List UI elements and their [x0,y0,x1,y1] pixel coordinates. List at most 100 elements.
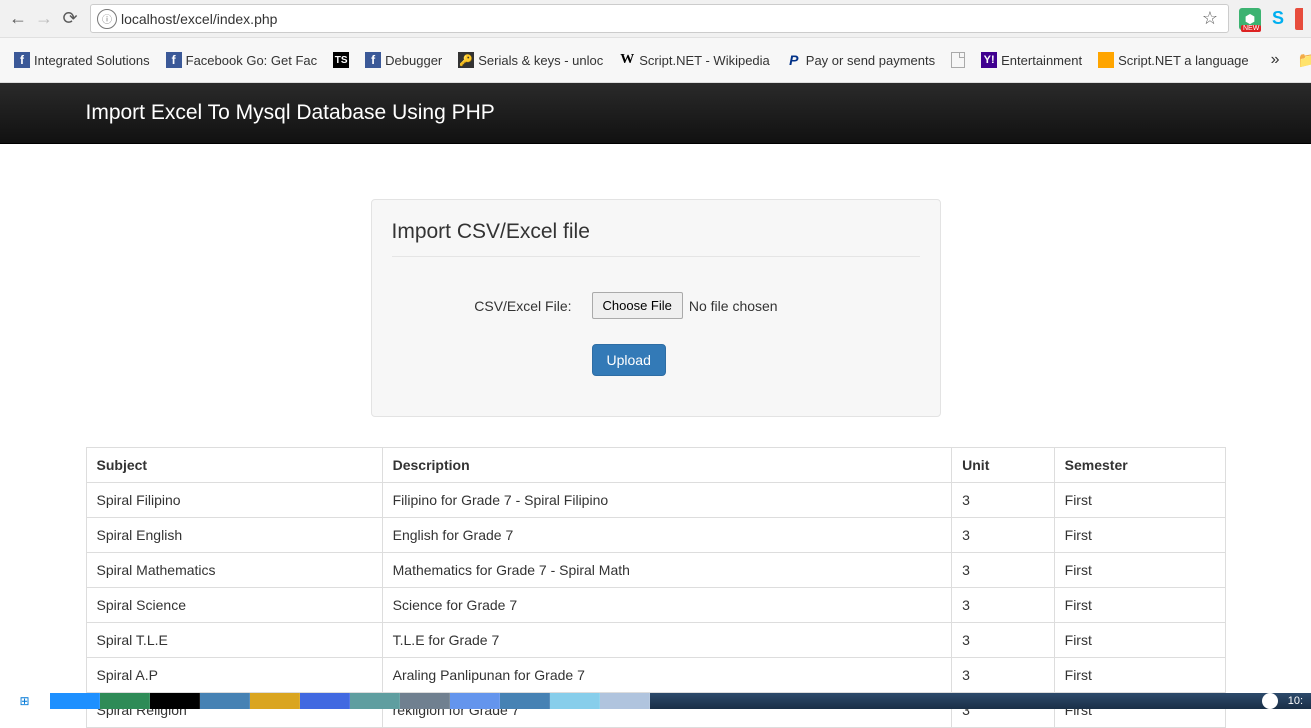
url-text: localhost/excel/index.php [121,11,1198,27]
bookmark-star-icon[interactable]: ☆ [1198,8,1222,29]
info-icon[interactable]: ⓘ [97,9,117,29]
bookmark-item[interactable]: 🔑 Serials & keys - unloc [452,49,609,71]
yahoo-icon: Y! [981,52,997,68]
clock[interactable]: 10: [1288,695,1303,707]
browser-chrome: ← → ⟳ ⓘ localhost/excel/index.php ☆ ⬢NEW… [0,0,1311,83]
table-header-semester: Semester [1054,448,1225,483]
bookmark-item[interactable]: f Integrated Solutions [8,49,156,71]
bookmark-item[interactable]: TS [327,49,355,71]
table-header-description: Description [382,448,952,483]
bookmark-label: Serials & keys - unloc [478,53,603,68]
other-bookmarks-button[interactable]: 📁 Other bool [1292,42,1311,78]
taskbar-app-icon[interactable] [150,693,200,709]
table-header-row: Subject Description Unit Semester [86,448,1225,483]
main-container: Import CSV/Excel file CSV/Excel File: Ch… [71,199,1241,728]
table-row: Spiral ScienceScience for Grade 73First [86,588,1225,623]
bookmark-item[interactable] [945,49,971,71]
file-label: CSV/Excel File: [452,298,572,314]
reload-button[interactable]: ⟳ [60,9,80,29]
wikipedia-icon: W [619,52,635,68]
taskbar-app-icon[interactable] [500,693,550,709]
bookmarks-bar: f Integrated Solutions f Facebook Go: Get F… [0,37,1311,82]
taskbar-app-icon[interactable] [450,693,500,709]
cell-semester: First [1054,623,1225,658]
upload-row: Upload [392,344,920,376]
start-button[interactable]: ⊞ [0,693,50,709]
bookmark-label: Script.NET a language [1118,53,1249,68]
cell-description: Araling Panlipunan for Grade 7 [382,658,952,693]
taskbar-app-icon[interactable] [350,693,400,709]
taskbar-app-icon[interactable] [550,693,600,709]
script-icon [1098,52,1114,68]
url-bar[interactable]: ⓘ localhost/excel/index.php ☆ [90,4,1229,33]
cell-description: Science for Grade 7 [382,588,952,623]
import-panel: Import CSV/Excel file CSV/Excel File: Ch… [371,199,941,417]
cell-subject: Spiral T.L.E [86,623,382,658]
taskbar-app-icon[interactable] [100,693,150,709]
file-input-row: CSV/Excel File: Choose File No file chos… [392,292,920,319]
choose-file-button[interactable]: Choose File [592,292,683,319]
extension-icon[interactable] [1295,8,1303,30]
table-row: Spiral T.L.ET.L.E for Grade 73First [86,623,1225,658]
extension-icon[interactable]: ⬢NEW [1239,8,1261,30]
taskbar-app-icon[interactable] [200,693,250,709]
table-row: Spiral FilipinoFilipino for Grade 7 - Sp… [86,483,1225,518]
table-header-unit: Unit [952,448,1055,483]
paypal-icon: P [786,52,802,68]
cell-subject: Spiral A.P [86,658,382,693]
tray-icon[interactable] [1262,693,1278,709]
folder-icon: 📁 [1298,51,1311,69]
cell-semester: First [1054,483,1225,518]
taskbar-app-icon[interactable] [250,693,300,709]
facebook-icon: f [365,52,381,68]
cell-description: Mathematics for Grade 7 - Spiral Math [382,553,952,588]
cell-description: Filipino for Grade 7 - Spiral Filipino [382,483,952,518]
bookmark-label: Integrated Solutions [34,53,150,68]
cell-description: T.L.E for Grade 7 [382,623,952,658]
table-row: Spiral MathematicsMathematics for Grade … [86,553,1225,588]
taskbar-left: ⊞ [0,693,650,709]
facebook-icon: f [14,52,30,68]
bookmark-label: Facebook Go: Get Fac [186,53,318,68]
cell-subject: Spiral Filipino [86,483,382,518]
bookmark-label: Script.NET - Wikipedia [639,53,770,68]
taskbar-app-icon[interactable] [400,693,450,709]
cell-semester: First [1054,518,1225,553]
taskbar-app-icon[interactable] [300,693,350,709]
bookmark-item[interactable]: P Pay or send payments [780,49,941,71]
table-row: Spiral EnglishEnglish for Grade 73First [86,518,1225,553]
bookmark-item[interactable]: W Script.NET - Wikipedia [613,49,776,71]
bookmark-item[interactable]: f Debugger [359,49,448,71]
taskbar-app-icon[interactable] [50,693,100,709]
facebook-icon: f [166,52,182,68]
cell-semester: First [1054,658,1225,693]
key-icon: 🔑 [458,52,474,68]
bookmarks-overflow-icon[interactable]: » [1263,51,1288,69]
cell-unit: 3 [952,483,1055,518]
no-file-text: No file chosen [689,298,778,314]
cell-unit: 3 [952,623,1055,658]
file-input-wrap: Choose File No file chosen [592,292,778,319]
back-button[interactable]: ← [8,9,28,29]
extension-icons: ⬢NEW S [1239,8,1303,30]
table-row: Spiral A.PAraling Panlipunan for Grade 7… [86,658,1225,693]
upload-button[interactable]: Upload [592,344,666,376]
skype-icon[interactable]: S [1267,8,1289,30]
cell-subject: Spiral Science [86,588,382,623]
bookmark-label: Entertainment [1001,53,1082,68]
bookmark-label: Pay or send payments [806,53,935,68]
document-icon [951,52,965,68]
bookmark-item[interactable]: Script.NET a language [1092,49,1255,71]
cell-description: English for Grade 7 [382,518,952,553]
data-table: Subject Description Unit Semester Spiral… [86,447,1226,728]
taskbar-app-icon[interactable] [600,693,650,709]
forward-button[interactable]: → [34,9,54,29]
bookmark-item[interactable]: f Facebook Go: Get Fac [160,49,324,71]
bookmark-item[interactable]: Y! Entertainment [975,49,1088,71]
bookmark-label: Debugger [385,53,442,68]
cell-semester: First [1054,553,1225,588]
cell-subject: Spiral English [86,518,382,553]
windows-taskbar: ⊞ 10: [0,693,1311,709]
cell-subject: Spiral Mathematics [86,553,382,588]
cell-unit: 3 [952,553,1055,588]
